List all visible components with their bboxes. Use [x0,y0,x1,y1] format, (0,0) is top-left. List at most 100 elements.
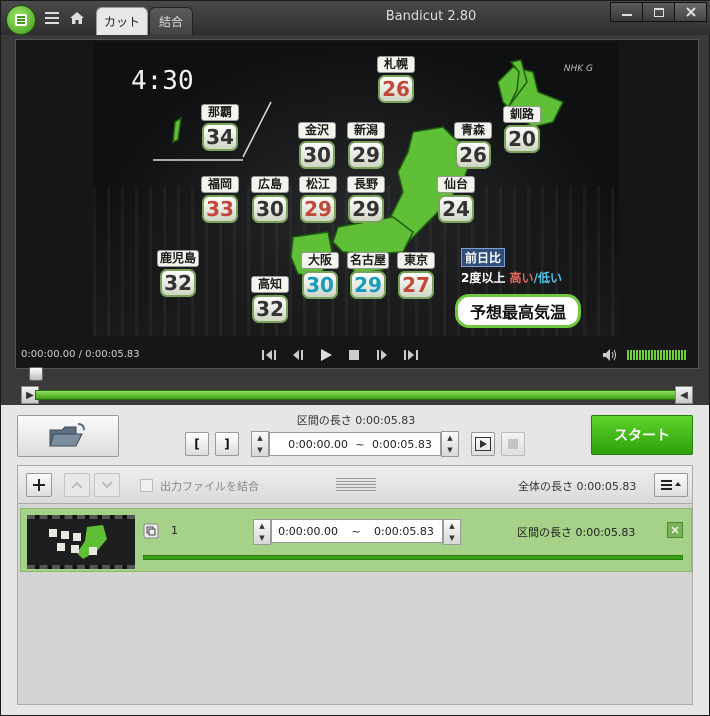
legend-prefix: 2度以上 [461,271,506,285]
volume-bar-segment [651,350,653,360]
play-segment-button[interactable] [471,432,495,456]
app-logo-icon[interactable] [6,5,36,35]
city-name: 那覇 [201,104,239,121]
list-item[interactable]: 1 ▲ ▼ 0:00:00.00 ~ 0:00:05.83 ▲ ▼ 区間の長さ 0:… [20,508,692,572]
stop-segment-button[interactable] [501,432,525,456]
next-frame-skip-button[interactable] [399,344,421,366]
volume-bar-segment [627,350,629,360]
city-naha: 那覇 34 [201,104,239,151]
volume-bar-segment [645,350,647,360]
city-kochi: 高知 32 [251,276,289,323]
city-temp: 26 [378,75,414,103]
range-field[interactable]: 0:00:00.00 ~ 0:00:05.83 [269,432,441,456]
mark-start-button[interactable]: [ [185,432,209,456]
seek-bar[interactable]: ▶ ◀ [21,386,693,404]
stop-button[interactable] [343,344,365,366]
city-tokyo: 東京 27 [397,252,435,299]
delete-segment-button[interactable] [667,522,683,538]
start-time-stepper[interactable]: ▲ ▼ [251,431,269,457]
city-name: 金沢 [298,122,336,139]
city-name: 新潟 [347,122,385,139]
row-start-stepper[interactable]: ▲ ▼ [253,519,271,545]
volume-bar-segment [678,350,680,360]
app-window: カット 結合 Bandicut 2.80 4:30 NHK G 札幌 26 那覇… [0,0,710,716]
video-frame-image[interactable]: 4:30 NHK G 札幌 26 那覇 34 金沢 30 新潟 29 青森 26 釧路 20… [93,42,619,336]
range-end-time[interactable]: 0:00:05.83 [372,438,434,451]
volume-bar-segment [633,350,635,360]
prev-frame-skip-button[interactable] [259,344,281,366]
move-up-button[interactable] [64,473,90,497]
range-start-time[interactable]: 0:00:00.00 [270,438,348,451]
legend-high: 高い [509,271,534,285]
city-sapporo: 札幌 26 [377,56,415,103]
row-end-stepper[interactable]: ▲ ▼ [443,519,461,545]
tab-join[interactable]: 結合 [149,7,193,35]
legend-title: 前日比 [461,248,506,267]
segment-progress-bar [143,555,683,560]
home-icon[interactable] [68,10,86,26]
resize-grip[interactable] [336,478,376,492]
city-name: 東京 [397,252,435,269]
add-segment-button[interactable] [26,473,52,497]
chevron-up-icon [71,481,83,489]
menu-icon[interactable] [43,10,61,26]
tab-join-label: 結合 [158,15,183,29]
volume-bar-segment [639,350,641,360]
city-hiroshima: 広島 30 [251,176,289,223]
volume-bar-segment [672,350,674,360]
start-button[interactable]: スタート [591,415,693,455]
open-file-button[interactable] [17,415,119,457]
city-name: 松江 [299,176,337,193]
overlay-time: 4:30 [131,66,194,96]
next-frame-button[interactable] [371,344,393,366]
city-name: 長野 [347,176,385,193]
row-end-time[interactable]: 0:00:05.83 [374,525,436,538]
row-range-separator: ~ [351,524,361,538]
seek-thumb[interactable] [29,367,43,381]
minimize-button[interactable] [610,2,643,22]
city-sendai: 仙台 24 [437,176,475,223]
merge-checkbox[interactable] [140,479,153,492]
chevron-down-icon [101,481,113,489]
total-length: 全体の長さ 0:00:05.83 [518,480,637,493]
title-bar: カット 結合 Bandicut 2.80 [1,1,710,35]
move-down-button[interactable] [94,473,120,497]
volume-bar-segment [636,350,638,360]
tab-cut[interactable]: カット [96,7,148,35]
city-temp: 29 [300,195,336,223]
city-temp: 20 [504,125,540,153]
playback-timecode: 0:00:00.00 / 0:00:05.83 [21,349,140,360]
row-range-field[interactable]: 0:00:00.00 ~ 0:00:05.83 [271,519,443,543]
city-temp: 33 [202,195,238,223]
end-time-stepper[interactable]: ▲ ▼ [441,431,459,457]
city-name: 名古屋 [347,252,389,269]
list-toolbar: 出力ファイルを結合 全体の長さ 0:00:05.83 [18,466,692,504]
prev-frame-button[interactable] [287,344,309,366]
volume-bar-segment [666,350,668,360]
maximize-button[interactable] [642,2,675,22]
forecast-label: 予想最高気温 [455,294,582,328]
close-button[interactable] [674,2,707,22]
city-temp: 30 [252,195,288,223]
mark-end-button[interactable]: ] [215,432,239,456]
city-temp: 29 [348,141,384,169]
city-temp: 29 [348,195,384,223]
segment-thumbnail [27,515,135,569]
city-osaka: 大阪 30 [301,252,339,299]
row-start-time[interactable]: 0:00:00.00 [272,525,338,538]
play-button[interactable] [315,344,337,366]
volume-bar-segment [681,350,683,360]
city-matsue: 松江 29 [299,176,337,223]
volume-bar-segment [684,350,686,360]
list-menu-icon [661,480,681,490]
volume-level[interactable] [627,350,687,360]
volume-bar-segment [675,350,677,360]
segment-list: 出力ファイルを結合 全体の長さ 0:00:05.83 1 ▲ ▼ 0:00:00.… [17,465,693,705]
copy-icon[interactable] [143,523,159,539]
volume-icon[interactable] [602,347,618,363]
list-menu-button[interactable] [654,473,688,497]
seek-right-button[interactable]: ◀ [675,386,693,404]
city-aomori: 青森 26 [454,122,492,169]
seek-track[interactable] [35,390,681,400]
channel-logo: NHK G [563,64,593,74]
